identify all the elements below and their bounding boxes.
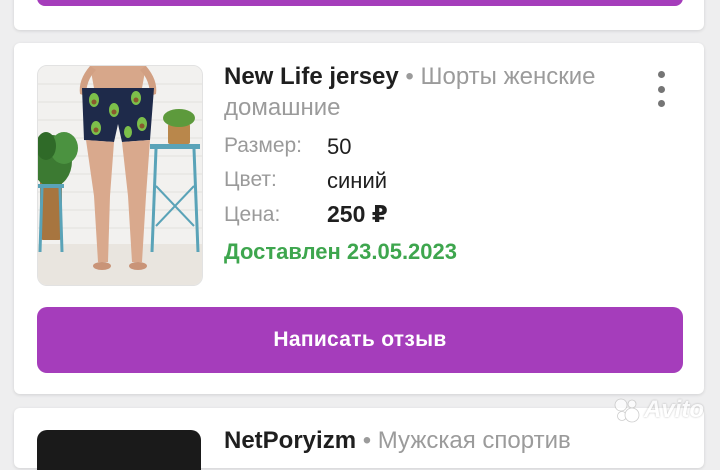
next-product-brand: NetPoryizm — [224, 427, 357, 454]
next-product-title[interactable]: NetPoryizm • Мужская спортив — [224, 427, 571, 455]
more-options-button[interactable] — [650, 71, 672, 107]
product-title[interactable]: New Life jersey • Шорты женские домашние — [224, 61, 614, 123]
avito-logo-icon — [614, 398, 640, 423]
next-product-category: Мужская спортив — [377, 427, 571, 454]
next-product-image[interactable] — [37, 430, 201, 470]
watermark-text: Avito — [644, 396, 704, 423]
delivery-status: Доставлен 23.05.2023 — [224, 239, 457, 264]
product-image[interactable] — [37, 65, 203, 286]
next-order-card: NetPoryizm • Мужская спортив — [14, 408, 704, 470]
previous-order-card — [14, 0, 704, 30]
price-label: Цена: — [224, 203, 281, 226]
order-item-card: New Life jersey • Шорты женские домашние… — [14, 43, 704, 394]
more-vertical-icon-dot — [657, 85, 665, 93]
write-review-button[interactable]: Написать отзыв — [37, 307, 683, 373]
price-value: 250 ₽ — [327, 201, 388, 227]
previous-review-button[interactable] — [37, 0, 683, 6]
size-label: Размер: — [224, 134, 303, 157]
avito-watermark: Avito — [612, 395, 712, 425]
title-separator: • — [405, 63, 414, 90]
more-vertical-icon-dot — [657, 71, 665, 78]
next-title-separator: • — [362, 427, 372, 454]
more-vertical-icon-dot — [657, 100, 665, 107]
size-value: 50 — [327, 134, 352, 159]
product-photo-shorts — [38, 66, 202, 285]
product-brand: New Life jersey — [224, 63, 399, 90]
color-label: Цвет: — [224, 168, 277, 191]
color-value: синий — [327, 168, 388, 193]
